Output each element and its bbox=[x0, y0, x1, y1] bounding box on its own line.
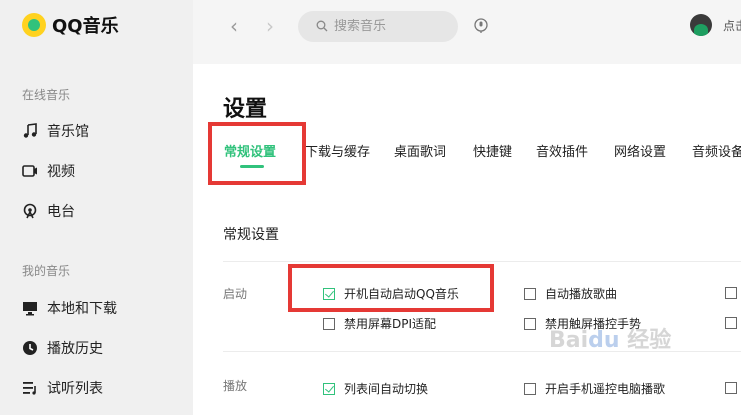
tab-sound-plugins[interactable]: 音效插件 bbox=[536, 141, 588, 160]
monitor-icon bbox=[22, 300, 38, 316]
sidebar: QQ音乐 在线音乐 音乐馆 视频 电台 我的音乐 本地和下载 播放历史 试听列表 bbox=[0, 0, 193, 415]
playlist-icon bbox=[22, 380, 38, 396]
qq-music-window: QQ音乐 在线音乐 音乐馆 视频 电台 我的音乐 本地和下载 播放历史 试听列表… bbox=[0, 0, 741, 415]
avatar[interactable] bbox=[690, 14, 712, 36]
sidebar-item-audition-list[interactable]: 试听列表 bbox=[22, 378, 103, 398]
option-disable-dpi[interactable]: 禁用屏幕DPI适配 bbox=[323, 315, 436, 332]
option-phone-remote[interactable]: 开启手机遥控电脑播歌 bbox=[524, 380, 665, 397]
sidebar-item-video[interactable]: 视频 bbox=[22, 161, 75, 181]
checkbox[interactable] bbox=[524, 287, 536, 300]
online-music-title: 在线音乐 bbox=[22, 88, 71, 102]
tab-audio-device[interactable]: 音频设备 bbox=[692, 141, 741, 160]
checkbox[interactable] bbox=[725, 287, 737, 299]
video-icon bbox=[22, 163, 38, 179]
app-name: QQ音乐 bbox=[52, 16, 119, 37]
option-label: 开启手机遥控电脑播歌 bbox=[545, 382, 666, 396]
sidebar-item-label: 音乐馆 bbox=[47, 124, 89, 140]
qq-music-logo-icon bbox=[22, 13, 46, 37]
app-logo[interactable]: QQ音乐 bbox=[22, 12, 119, 38]
music-note-icon bbox=[22, 123, 38, 139]
row-label-playback: 播放 bbox=[223, 379, 248, 393]
divider bbox=[223, 261, 741, 262]
sidebar-item-label: 视频 bbox=[47, 164, 75, 180]
option-auto-switch-list[interactable]: 列表间自动切换 bbox=[323, 380, 428, 397]
my-music-title: 我的音乐 bbox=[22, 264, 71, 278]
sidebar-item-local-download[interactable]: 本地和下载 bbox=[22, 298, 117, 318]
option-label: 禁用屏幕DPI适配 bbox=[344, 317, 437, 331]
tab-hotkeys[interactable]: 快捷键 bbox=[473, 141, 512, 160]
sidebar-item-label: 电台 bbox=[47, 204, 75, 220]
sidebar-item-label: 播放历史 bbox=[47, 341, 103, 357]
checkbox[interactable] bbox=[524, 382, 536, 395]
login-link[interactable]: 点击 bbox=[723, 17, 741, 34]
annotation-box-option bbox=[288, 264, 494, 312]
sidebar-item-play-history[interactable]: 播放历史 bbox=[22, 338, 103, 358]
option-label: 列表间自动切换 bbox=[344, 382, 429, 396]
tab-network[interactable]: 网络设置 bbox=[614, 141, 666, 160]
annotation-box-tab bbox=[208, 122, 306, 185]
forward-arrow-icon[interactable]: › bbox=[266, 14, 274, 38]
row-label-startup: 启动 bbox=[223, 287, 248, 301]
radio-icon bbox=[22, 203, 38, 219]
search-box[interactable] bbox=[298, 11, 458, 42]
search-input[interactable] bbox=[334, 19, 454, 34]
checkbox[interactable] bbox=[323, 317, 335, 330]
baidu-watermark-logo: Baidu 经验 bbox=[549, 328, 672, 353]
sidebar-item-label: 本地和下载 bbox=[47, 301, 117, 317]
tab-desktop-lyrics[interactable]: 桌面歌词 bbox=[394, 141, 446, 160]
checkbox[interactable] bbox=[725, 382, 737, 394]
option-auto-play[interactable]: 自动播放歌曲 bbox=[524, 285, 617, 302]
tab-download-cache[interactable]: 下载与缓存 bbox=[305, 141, 370, 160]
section-title: 常规设置 bbox=[223, 227, 279, 243]
back-arrow-icon[interactable]: ‹ bbox=[230, 14, 238, 38]
checkbox[interactable] bbox=[524, 317, 536, 330]
sidebar-item-label: 试听列表 bbox=[47, 381, 103, 397]
voice-search-icon[interactable] bbox=[473, 18, 489, 34]
clock-icon bbox=[22, 340, 38, 356]
settings-panel: 设置 常规设置 下载与缓存 桌面歌词 快捷键 音效插件 网络设置 音频设备 常规… bbox=[193, 64, 741, 415]
checkbox-checked[interactable] bbox=[323, 382, 335, 395]
topbar: ‹ › 点击 bbox=[193, 0, 741, 64]
sidebar-item-music-hall[interactable]: 音乐馆 bbox=[22, 121, 89, 141]
checkbox[interactable] bbox=[725, 317, 737, 329]
search-icon bbox=[316, 17, 328, 36]
sidebar-item-radio[interactable]: 电台 bbox=[22, 201, 75, 221]
page-title: 设置 bbox=[223, 97, 268, 122]
option-label: 自动播放歌曲 bbox=[545, 287, 618, 301]
